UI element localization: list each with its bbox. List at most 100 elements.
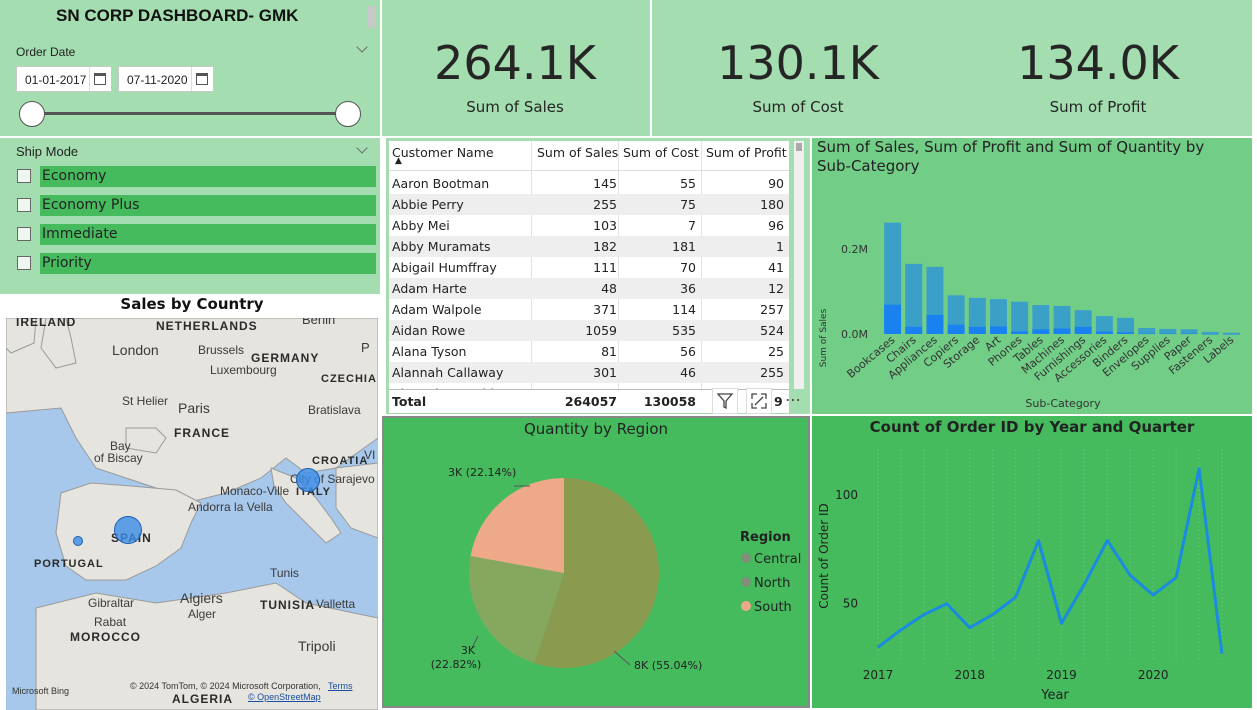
slice-label-central: 8K (55.04%) [634, 659, 702, 672]
calendar-icon[interactable] [196, 73, 208, 85]
cell-profit: 524 [760, 323, 784, 338]
chevron-down-icon[interactable] [356, 142, 368, 154]
pie-legend: Central North South [741, 552, 801, 615]
col-header-profit[interactable]: Sum of Profit [706, 145, 787, 160]
map-attribution: © 2024 TomTom, © 2024 Microsoft Corporat… [130, 681, 321, 691]
checkbox[interactable] [17, 198, 31, 212]
filter-icon[interactable] [712, 388, 738, 414]
map-canvas[interactable]: IRELAND NETHERLANDS Berlin London Brusse… [6, 318, 378, 710]
line-chart-svg[interactable]: Count of Order ID Year 50 100 2017 2018 2019… [812, 416, 1252, 708]
table-row[interactable]: Alannah Callaway 301 46 255 [389, 362, 789, 383]
table-row[interactable]: Abby Muramats 182 181 1 [389, 236, 789, 257]
table-scrollbar[interactable] [794, 141, 804, 389]
table-row[interactable]: Adam Walpole 371 114 257 [389, 299, 789, 320]
map-label: Rabat [94, 615, 127, 629]
y-tick-label: 100 [835, 488, 858, 502]
kpi-sales-card: 264.1K Sum of Sales [382, 0, 650, 136]
cell-customer: Abigail Humffray [392, 260, 497, 275]
table-row[interactable]: Abbie Perry 255 75 180 [389, 194, 789, 215]
calendar-icon[interactable] [94, 73, 106, 85]
bar-fasteners-series-0 [1201, 331, 1219, 334]
ship-option-economy-plus[interactable]: Economy Plus [16, 195, 376, 217]
table-row[interactable]: Adam Harte 48 36 12 [389, 278, 789, 299]
date-range-slider[interactable] [32, 112, 348, 115]
sort-ascending-icon[interactable]: ▲ [395, 156, 402, 166]
bar-binders-series-0 [1117, 317, 1134, 334]
pie-chart-svg[interactable]: 8K (55.04%)3K(22.82%)3K (22.14%) Region … [384, 418, 808, 706]
map-label: Alger [188, 607, 217, 621]
checkbox[interactable] [17, 227, 31, 241]
table-row[interactable]: Abby Mei 103 7 96 [389, 215, 789, 236]
bar-chairs-series-1 [905, 326, 923, 334]
dashboard-title: SN CORP DASHBOARD- GMK [56, 6, 299, 25]
table-row[interactable]: Aidan Rowe 1059 535 524 [389, 320, 789, 341]
cell-sales: 111 [593, 260, 617, 275]
cell-cost: 114 [672, 302, 696, 317]
bar-chairs-series-0 [905, 263, 923, 334]
osm-link[interactable]: © OpenStreetMap [248, 692, 321, 702]
scrollbar-thumb[interactable] [796, 143, 802, 151]
table-row[interactable]: Aaron Bootman 145 55 90 [389, 173, 789, 194]
bar-furnishings-series-1 [1074, 326, 1092, 334]
map-label: Tunis [270, 566, 299, 580]
bubble-portugal[interactable] [73, 536, 83, 546]
ship-option-immediate[interactable]: Immediate [16, 224, 376, 246]
bar-art-series-1 [990, 326, 1007, 334]
ship-option-priority[interactable]: Priority [16, 253, 376, 275]
map-label: TUNISIA [260, 598, 315, 612]
cell-profit: 90 [768, 176, 784, 191]
checkbox[interactable] [17, 256, 31, 270]
title-date-panel: SN CORP DASHBOARD- GMK Order Date 01-01-… [0, 0, 380, 136]
order-count-line [877, 467, 1224, 655]
end-date-input[interactable]: 07-11-2020 [118, 66, 214, 92]
order-date-label: Order Date [16, 45, 76, 59]
more-options-icon[interactable]: ⋯ [780, 388, 806, 414]
bubble-italy[interactable] [296, 468, 320, 492]
cell-cost: 181 [672, 239, 696, 254]
terms-link[interactable]: Terms [328, 681, 353, 691]
leader-line [613, 650, 631, 666]
map-label: CROATIA [312, 455, 369, 467]
x-tick-label: 2017 [863, 668, 894, 682]
bar-chart-svg[interactable]: Sum of Sales Sub-Category 0.0M0.2MBookca… [812, 138, 1252, 414]
col-header-cost[interactable]: Sum of Cost [623, 145, 699, 160]
kpi-cost-value: 130.1K [717, 36, 879, 90]
col-header-sales[interactable]: Sum of Sales [537, 145, 618, 160]
scroll-handle[interactable] [368, 6, 376, 28]
bubble-spain[interactable] [114, 516, 142, 544]
x-axis-label: Sub-Category [1025, 397, 1101, 410]
start-date-input[interactable]: 01-01-2017 [16, 66, 112, 92]
slice-label-south: 3K (22.14%) [448, 466, 516, 479]
slider-end-handle[interactable] [335, 101, 361, 127]
cell-cost: 7 [688, 218, 696, 233]
kpi-cost-label: Sum of Cost [752, 98, 844, 116]
slider-start-handle[interactable] [19, 101, 45, 127]
legend-label-central: Central [754, 552, 801, 567]
bar-bookcases-series-1 [884, 304, 902, 334]
cell-customer: Adam Harte [392, 281, 467, 296]
map-label: VI [364, 448, 376, 462]
cell-sales: 48 [601, 281, 617, 296]
pie-slices-group: 8K (55.04%) 3K(22.82%) 3K (22.14%) [431, 466, 703, 672]
map-label: Berlin [302, 318, 336, 327]
map-label: Bratislava [308, 403, 361, 417]
legend-marker-south [741, 601, 751, 611]
ship-option-economy[interactable]: Economy [16, 166, 376, 188]
cell-sales: 145 [593, 176, 617, 191]
table-row[interactable]: Abigail Humffray 111 70 41 [389, 257, 789, 278]
bar-machines-series-1 [1053, 328, 1071, 334]
line-series-group: 50 100 2017 2018 2019 2020 [835, 450, 1224, 682]
ship-option-label: Immediate [42, 226, 118, 242]
col-header-customer[interactable]: Customer Name [392, 145, 494, 160]
checkbox[interactable] [17, 169, 31, 183]
map-label: London [112, 342, 159, 358]
cell-customer: Adam Walpole [392, 302, 482, 317]
bar-phones-series-1 [1011, 331, 1029, 334]
map-label: Valletta [316, 597, 356, 611]
bar-accessories-series-0 [1095, 316, 1113, 334]
table-row[interactable]: Alana Tyson 81 56 25 [389, 341, 789, 362]
order-count-line-chart: Count of Order ID by Year and Quarter Co… [812, 416, 1252, 708]
focus-mode-icon[interactable] [746, 388, 772, 414]
bar-binders-series-1 [1117, 332, 1134, 334]
x-axis-label: Year [1040, 688, 1069, 703]
